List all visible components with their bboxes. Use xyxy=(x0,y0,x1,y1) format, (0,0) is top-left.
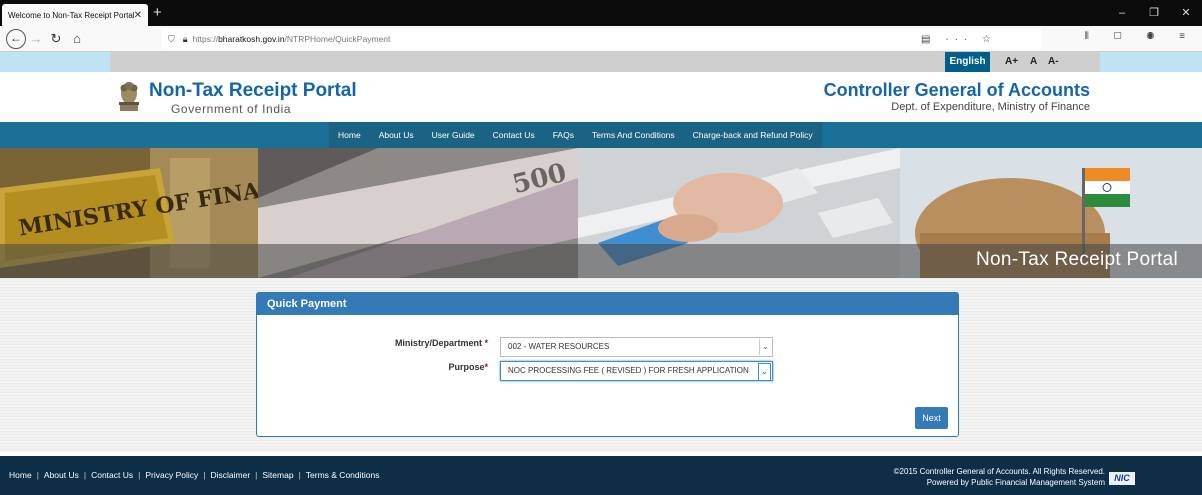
required-mark: * xyxy=(484,362,488,372)
quick-payment-heading: Quick Payment xyxy=(257,293,958,315)
forward-arrow-icon[interactable]: → xyxy=(26,29,46,49)
back-arrow-icon[interactable]: ← xyxy=(6,29,26,49)
close-window-button[interactable]: ✕ xyxy=(1170,0,1202,26)
hero-banner: MINISTRY OF FINANCE 500 Non-Tax Receipt … xyxy=(0,148,1202,278)
tab-close-icon[interactable]: ✕ xyxy=(134,10,142,21)
ministry-label: Ministry/Department * xyxy=(394,338,488,348)
url-text: https://bharatkosh.gov.in/NTRPHome/Quick… xyxy=(192,34,391,44)
content-area: Quick Payment Ministry/Department * 002 … xyxy=(0,278,1202,452)
lang-bar-right-accent xyxy=(1100,52,1202,72)
language-bar: English A+ A A- xyxy=(0,52,1202,72)
nav-item-about-us[interactable]: About Us xyxy=(370,122,423,148)
maximize-button[interactable]: ❐ xyxy=(1138,0,1170,26)
purpose-label: Purpose* xyxy=(448,362,488,372)
footer-powered-by: Powered by Public Financial Management S… xyxy=(926,478,1105,487)
footer-link-home[interactable]: Home xyxy=(9,470,32,480)
footer-link-about-us[interactable]: About Us xyxy=(44,470,79,480)
chevron-down-icon[interactable]: ⌄ xyxy=(758,363,771,381)
minimize-button[interactable]: – xyxy=(1106,0,1138,26)
nav-item-faqs[interactable]: FAQs xyxy=(544,122,583,148)
browser-tab-bar: Welcome to Non-Tax Receipt Portal ✕ + – … xyxy=(0,0,1202,26)
portal-title[interactable]: Non-Tax Receipt Portal xyxy=(149,80,357,102)
toolbar-icons[interactable]: ⫴ ▢ ◉ ≡ xyxy=(1085,31,1196,42)
footer-links: Home | About Us | Contact Us | Privacy Policy |… xyxy=(9,470,380,480)
font-increase-button[interactable]: A+ xyxy=(1005,52,1018,72)
lang-bar-left-accent xyxy=(0,52,110,72)
browser-nav-bar: ← → ↻ ⌂ ⛉ 🔒︎ https://bharatkosh.gov.in/N… xyxy=(0,26,1202,52)
chevron-down-icon[interactable]: ⌄ xyxy=(759,339,771,355)
nav-item-terms[interactable]: Terms And Conditions xyxy=(583,122,684,148)
ministry-select-value: 002 - WATER RESOURCES xyxy=(508,342,610,351)
site-header: Non-Tax Receipt Portal Government of Ind… xyxy=(0,72,1202,122)
national-emblem-icon[interactable] xyxy=(117,79,141,115)
address-bar[interactable]: ⛉ 🔒︎ https://bharatkosh.gov.in/NTRPHome/… xyxy=(162,29,1042,49)
portal-subtitle: Government of India xyxy=(171,102,292,116)
browser-tab-title: Welcome to Non-Tax Receipt Portal xyxy=(8,10,134,20)
org-title: Controller General of Accounts xyxy=(823,80,1090,100)
purpose-select[interactable]: NOC PROCESSING FEE ( REVISED ) FOR FRESH… xyxy=(500,361,773,381)
footer-link-sitemap[interactable]: Sitemap xyxy=(262,470,293,480)
footer-link-terms[interactable]: Terms & Conditions xyxy=(306,470,380,480)
required-mark: * xyxy=(484,338,488,348)
purpose-select-value: NOC PROCESSING FEE ( REVISED ) FOR FRESH… xyxy=(508,366,749,375)
ministry-select[interactable]: 002 - WATER RESOURCES ⌄ xyxy=(500,337,773,357)
page-actions-icons[interactable]: ▤ ··· ☆ xyxy=(921,34,997,45)
nav-item-refund-policy[interactable]: Charge-back and Refund Policy xyxy=(684,122,822,148)
banner-caption: Non-Tax Receipt Portal xyxy=(976,249,1178,270)
home-icon[interactable]: ⌂ xyxy=(67,29,87,49)
footer-link-privacy-policy[interactable]: Privacy Policy xyxy=(145,470,198,480)
window-controls: – ❐ ✕ xyxy=(1106,0,1202,26)
quick-payment-panel: Quick Payment Ministry/Department * 002 … xyxy=(256,292,959,437)
english-button[interactable]: English xyxy=(945,52,990,72)
main-nav: Home About Us User Guide Contact Us FAQs… xyxy=(0,122,1202,148)
org-subtitle: Dept. of Expenditure, Ministry of Financ… xyxy=(891,101,1090,113)
nav-item-user-guide[interactable]: User Guide xyxy=(423,122,484,148)
font-normal-button[interactable]: A xyxy=(1030,52,1037,72)
new-tab-button[interactable]: + xyxy=(153,4,162,22)
footer-link-disclaimer[interactable]: Disclaimer xyxy=(210,470,250,480)
footer-link-contact-us[interactable]: Contact Us xyxy=(91,470,133,480)
font-decrease-button[interactable]: A- xyxy=(1048,52,1059,72)
nav-item-contact-us[interactable]: Contact Us xyxy=(484,122,544,148)
next-button[interactable]: Next xyxy=(915,407,948,429)
nic-logo[interactable]: NIC xyxy=(1109,472,1135,485)
site-footer: Home | About Us | Contact Us | Privacy Policy |… xyxy=(0,456,1202,495)
footer-copyright: ©2015 Controller General of Accounts. Al… xyxy=(893,467,1105,487)
reload-icon[interactable]: ↻ xyxy=(46,29,66,49)
shield-icon[interactable]: ⛉ xyxy=(168,34,175,45)
browser-tab[interactable]: Welcome to Non-Tax Receipt Portal ✕ xyxy=(2,4,148,26)
nav-item-home[interactable]: Home xyxy=(329,122,370,148)
lock-icon[interactable]: 🔒︎ xyxy=(183,34,188,45)
